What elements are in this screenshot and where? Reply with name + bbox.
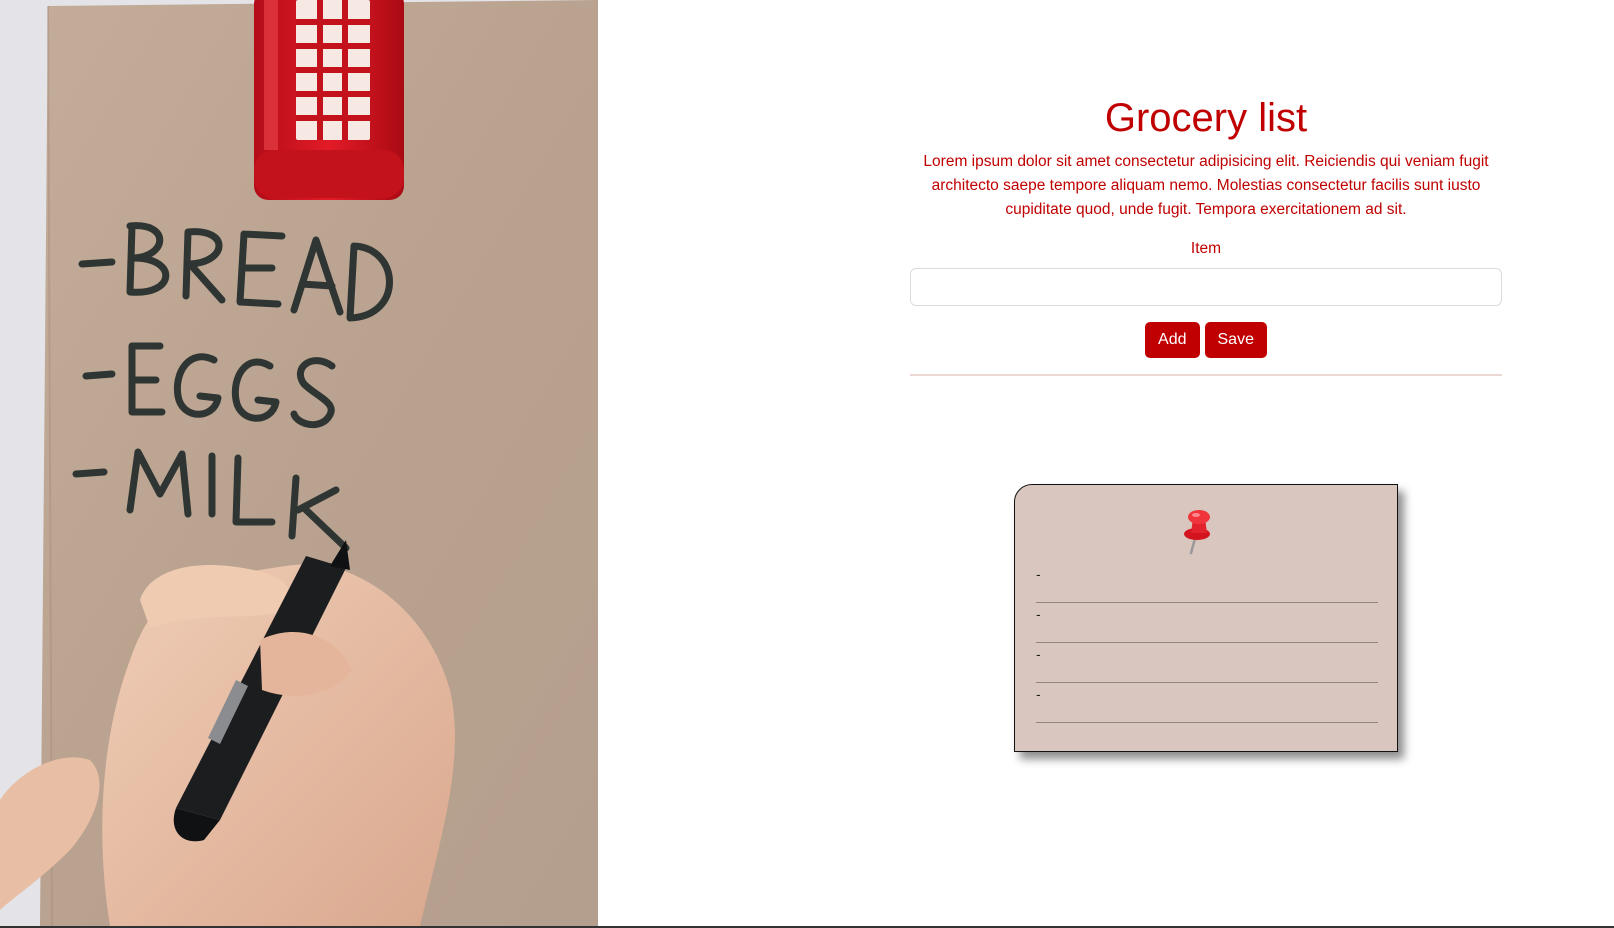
save-button[interactable]: Save (1204, 322, 1267, 358)
phone-booth-magnet (254, 0, 404, 200)
list-item: - (1036, 683, 1378, 723)
page: Grocery list Lorem ipsum dolor sit amet … (0, 0, 1614, 928)
add-button[interactable]: Add (1145, 322, 1200, 358)
list-item: - (1036, 563, 1378, 603)
grocery-note-card: - - - - (1014, 484, 1398, 752)
item-field-label: Item (1190, 240, 1222, 257)
section-divider (910, 374, 1502, 376)
page-title: Grocery list (1104, 96, 1308, 140)
list-item: - (1036, 643, 1378, 683)
grocery-items-list: - - - - (1036, 563, 1378, 723)
list-item: - (1036, 603, 1378, 643)
action-buttons: Add Save (910, 322, 1502, 358)
item-input[interactable] (910, 268, 1502, 306)
photo-illustration (0, 0, 598, 926)
page-description: Lorem ipsum dolor sit amet consectetur a… (923, 153, 1489, 218)
pushpin-icon (1184, 510, 1210, 555)
grocery-list-photo (0, 0, 598, 926)
grocery-app: Grocery list Lorem ipsum dolor sit amet … (598, 0, 1614, 926)
